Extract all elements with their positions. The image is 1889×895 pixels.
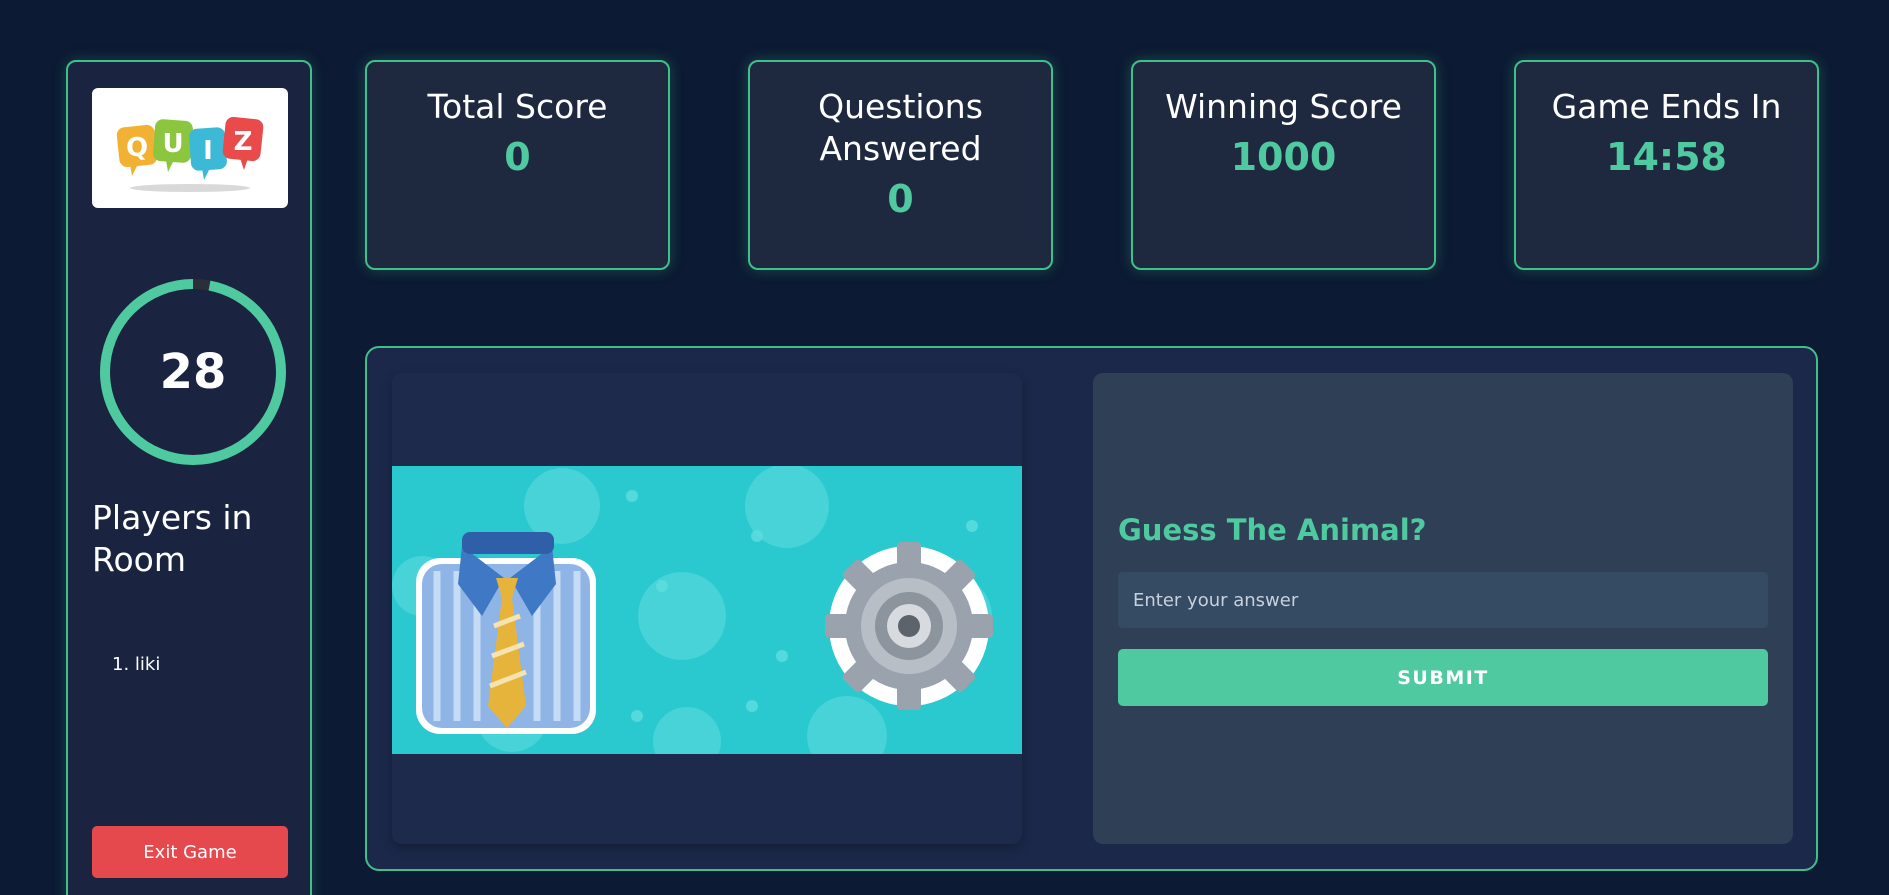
winning-score-value: 1000 (1230, 135, 1337, 179)
sidebar: Q U I Z 28 Players in Room 1. liki Exit … (66, 60, 312, 895)
winning-score-card: Winning Score 1000 (1131, 60, 1436, 270)
game-ends-label: Game Ends In (1551, 87, 1782, 126)
svg-text:Q: Q (126, 133, 148, 163)
question-image-card (392, 373, 1022, 844)
total-score-card: Total Score 0 (365, 60, 670, 270)
quiz-logo-image: Q U I Z (116, 116, 264, 192)
countdown-timer: 28 (98, 277, 288, 467)
total-score-label: Total Score (427, 87, 608, 126)
winning-score-label: Winning Score (1165, 87, 1402, 126)
emoji-puzzle-svg (392, 466, 1022, 754)
svg-text:U: U (162, 129, 183, 159)
game-ends-value: 14:58 (1606, 135, 1727, 179)
svg-text:I: I (203, 136, 213, 166)
quiz-logo: Q U I Z (92, 88, 288, 208)
shirt-tie-icon (416, 532, 596, 734)
total-score-value: 0 (504, 135, 531, 179)
timer-value: 28 (159, 344, 227, 400)
answer-input[interactable] (1118, 572, 1768, 628)
question-text: Guess The Animal? (1118, 513, 1427, 547)
quiz-app: Q U I Z 28 Players in Room 1. liki Exit … (0, 0, 1889, 895)
questions-answered-label: Questions Answered (818, 87, 983, 168)
game-ends-card: Game Ends In 14:58 (1514, 60, 1819, 270)
players-title: Players in Room (92, 498, 253, 579)
exit-game-button[interactable]: Exit Game (92, 826, 288, 878)
submit-button[interactable]: SUBMIT (1118, 649, 1768, 706)
questions-answered-card: Questions Answered 0 (748, 60, 1053, 270)
emoji-puzzle-image (392, 466, 1022, 754)
players-list: 1. liki (112, 652, 160, 678)
player-item: 1. liki (112, 654, 161, 675)
game-panel: Guess The Animal? SUBMIT (365, 346, 1818, 871)
questions-answered-value: 0 (887, 177, 914, 221)
answer-card: Guess The Animal? SUBMIT (1093, 373, 1793, 844)
svg-text:Z: Z (234, 127, 253, 157)
